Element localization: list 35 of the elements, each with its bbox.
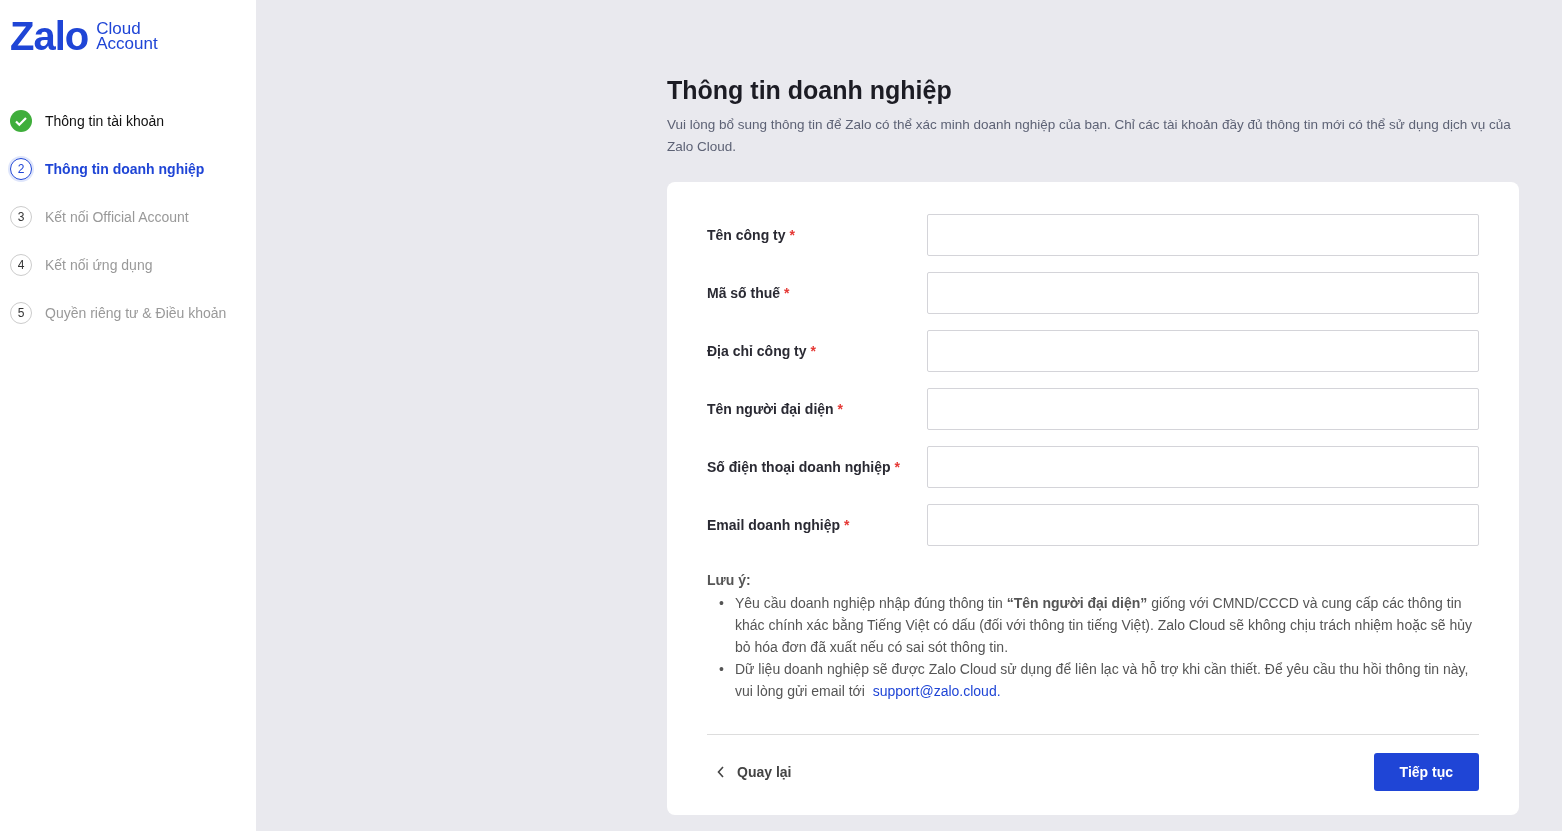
logo-wordmark: Zalo <box>10 16 89 56</box>
step-number: 2 <box>10 158 32 180</box>
input-field[interactable] <box>927 330 1479 372</box>
input-field[interactable] <box>927 272 1479 314</box>
step-label[interactable]: Thông tin tài khoản <box>45 113 165 129</box>
input-field[interactable] <box>927 446 1479 488</box>
email-link[interactable]: support@zalo.cloud. <box>872 683 1001 699</box>
required-mark: * <box>843 517 850 533</box>
note-text: Dữ liệu doanh nghiệp sẽ được Zalo Cloud sử dụng để liên lạc và hỗ trợ khi cần thiết. Để yêu cầu thu hồi thông tin này, vui lòng gửi email tới support@zalo.cloud. <box>735 660 1470 701</box>
bullet: • <box>719 660 725 679</box>
required-mark: * <box>810 343 816 359</box>
required-mark: * <box>894 459 900 475</box>
chevron-left-icon <box>717 766 725 778</box>
required-mark: * <box>837 401 843 417</box>
page-title: Thông tin doanh nghiệp <box>667 76 953 105</box>
required-mark: * <box>789 227 795 243</box>
back-button[interactable]: Quay lại <box>707 753 802 791</box>
note-text: Yêu cầu doanh nghiệp nhập đúng thông tin “Tên người đại diện” giống với CMND/CCCD và cung cấp các thông tin khác chính xác bằng Tiếng Việt có dấu (đối với thông tin tiếng Việt). Zalo Cloud sẽ không chịu trách nhiệm hoặc sẽ hủy bỏ hóa đơn đã xuất nếu có sai sót thông tin. <box>735 594 1474 657</box>
note-title: Lưu ý: <box>707 572 752 588</box>
step-label[interactable]: Thông tin doanh nghiệp <box>45 161 205 177</box>
field-label: Tên công ty * <box>707 227 796 243</box>
input-field[interactable] <box>927 214 1479 256</box>
logo-text: Cloud <box>96 21 141 36</box>
field-label: Tên người đại diện * <box>707 401 844 417</box>
logo-text: Account <box>96 36 158 51</box>
field-label: Mã số thuế * <box>707 285 791 301</box>
input-field[interactable] <box>927 388 1479 430</box>
input-field[interactable] <box>927 504 1479 546</box>
field-label: Địa chỉ công ty * <box>707 343 817 359</box>
page-description: Vui lòng bổ sung thông tin để Zalo có thể xác minh doanh nghiệp của bạn. Chỉ các tài khoản đầy đủ thông tin mới có thể sử dụng dịch vụ của Zalo Cloud. <box>667 116 1512 156</box>
required-mark: * <box>784 285 790 301</box>
bullet: • <box>719 594 725 613</box>
field-label: Số điện thoại doanh nghiệp * <box>707 459 901 475</box>
continue-button[interactable]: Tiếp tục <box>1373 753 1479 791</box>
field-label: Email doanh nghiệp * <box>707 517 851 533</box>
